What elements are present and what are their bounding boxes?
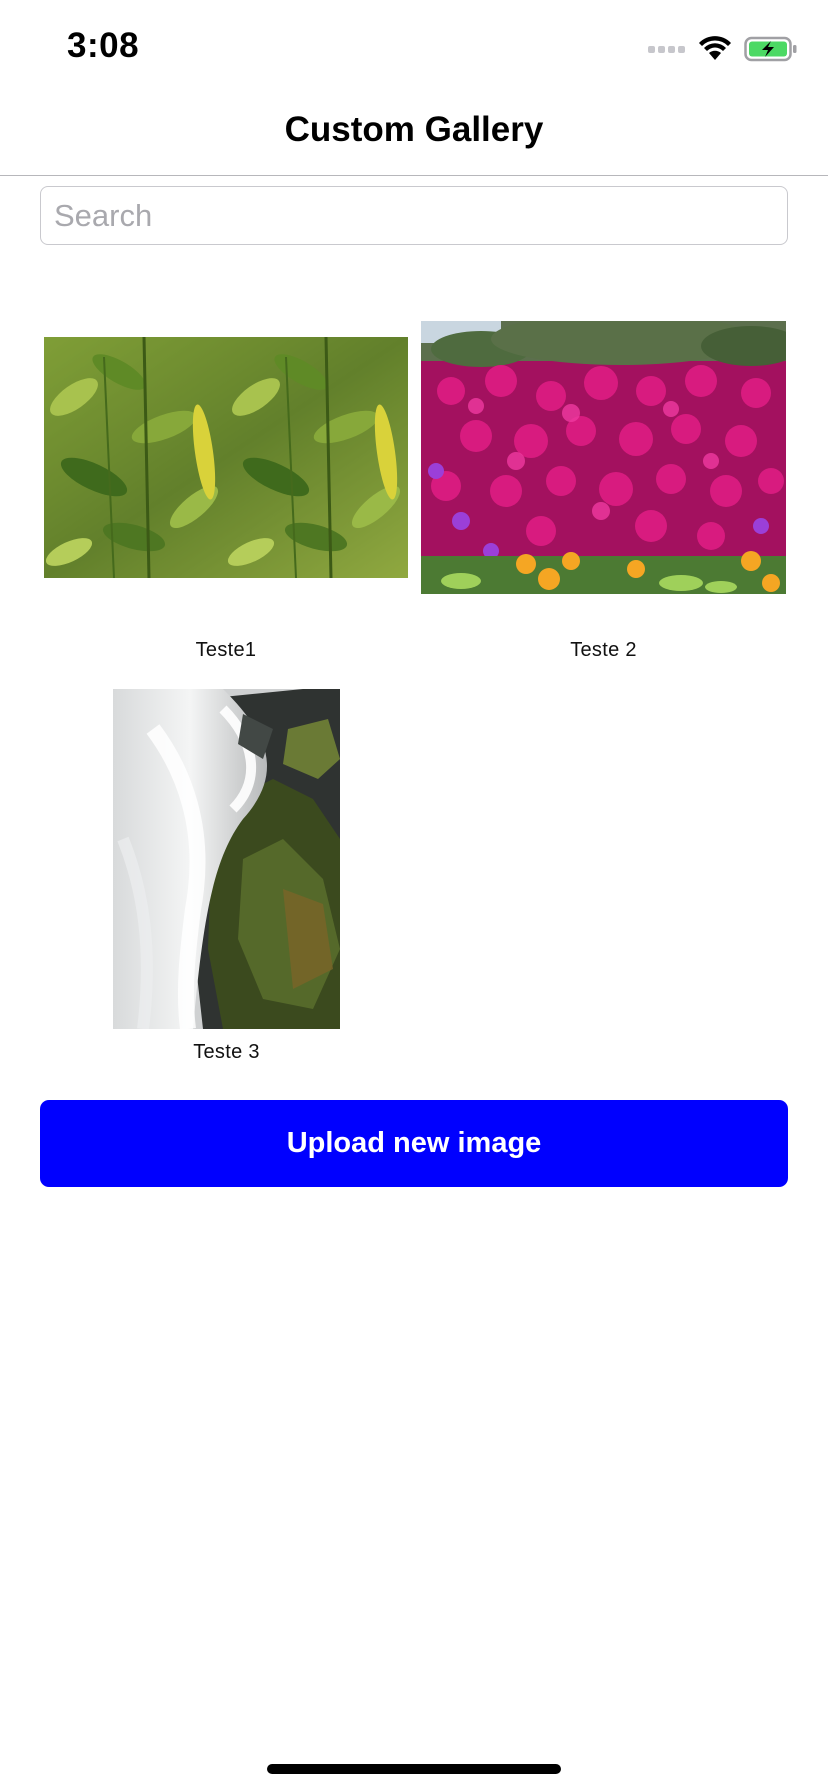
- gallery-label-1: Teste1: [195, 639, 257, 661]
- home-indicator[interactable]: [267, 1764, 561, 1774]
- page-title: Custom Gallery: [284, 110, 544, 149]
- search-input[interactable]: [40, 186, 788, 245]
- upload-new-image-button[interactable]: Upload new image: [40, 1100, 788, 1187]
- nav-divider: [0, 175, 828, 176]
- status-icons: [648, 34, 798, 64]
- cellular-signal-icon: [648, 46, 685, 53]
- gallery-label-2: Teste 2: [570, 639, 637, 661]
- gallery-image-leaves[interactable]: [44, 337, 408, 578]
- gallery-label-3: Teste 3: [193, 1041, 260, 1063]
- battery-charging-icon: [744, 36, 797, 62]
- gallery-image-flowers[interactable]: [421, 321, 786, 594]
- status-time: 3:08: [67, 26, 140, 65]
- wifi-icon: [699, 36, 731, 60]
- gallery-image-waterfall[interactable]: [113, 689, 340, 1029]
